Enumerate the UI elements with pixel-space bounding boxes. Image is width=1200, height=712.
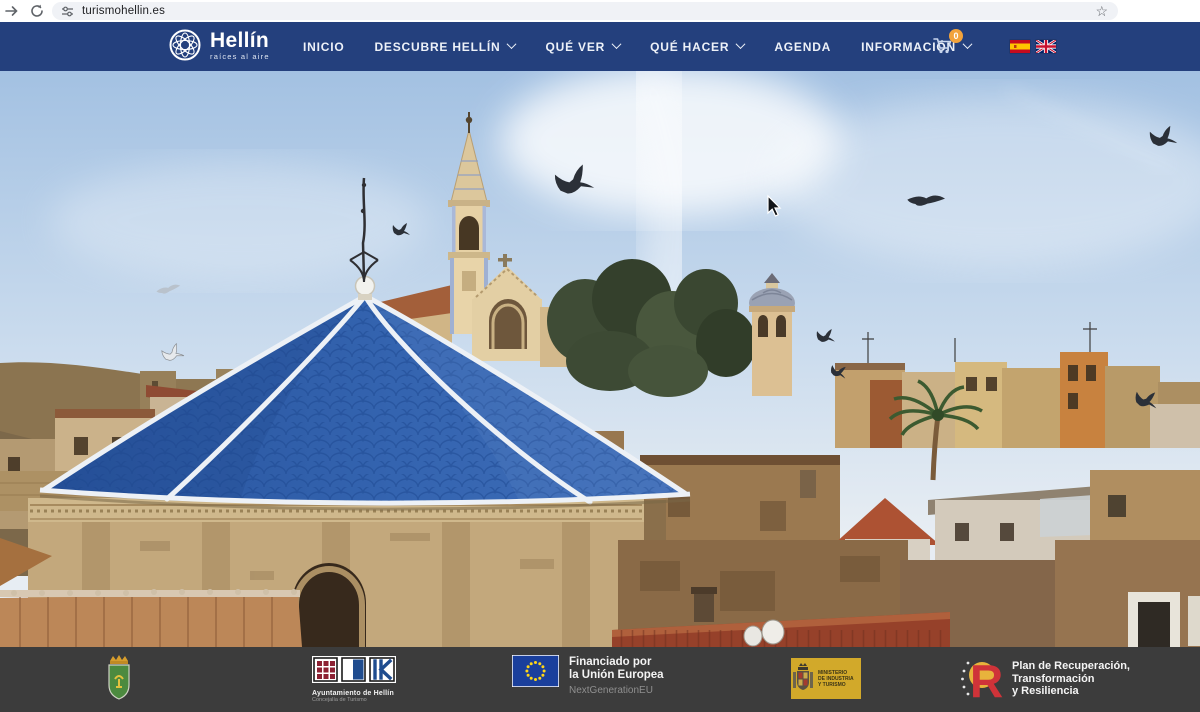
language-english-flag[interactable] bbox=[1036, 40, 1056, 53]
prtr-monogram-icon: R bbox=[960, 655, 1004, 703]
hellin-emblem-icon bbox=[168, 28, 202, 62]
chevron-down-icon bbox=[612, 39, 622, 49]
hero-image bbox=[0, 71, 1200, 647]
ministry-logo: MINISTERIO DE INDUSTRIA Y TURISMO bbox=[791, 658, 861, 699]
svg-text:R: R bbox=[970, 655, 1003, 703]
recovery-plan-logo: R Plan de Recuperación, Transformación y… bbox=[960, 655, 1130, 703]
nav-label: DESCUBRE HELLÍN bbox=[374, 40, 500, 54]
language-spanish-flag[interactable] bbox=[1010, 40, 1030, 53]
browser-toolbar: turismohellin.es ☆ bbox=[0, 0, 1200, 23]
eu-line3: NextGenerationEU bbox=[569, 685, 664, 696]
ministry-line2: DE INDUSTRIA bbox=[818, 676, 854, 682]
reload-icon[interactable] bbox=[29, 3, 45, 19]
nav-label: AGENDA bbox=[774, 40, 831, 54]
eu-line2: la Unión Europea bbox=[569, 669, 664, 682]
town-front-row bbox=[612, 540, 1200, 647]
trees bbox=[547, 259, 756, 397]
nav-label: QUÉ HACER bbox=[650, 40, 729, 54]
nav-item-inicio[interactable]: INICIO bbox=[303, 40, 344, 54]
spain-coat-of-arms-icon bbox=[791, 662, 815, 696]
eu-line1: Financiado por bbox=[569, 656, 664, 669]
hellin-coat-of-arms bbox=[102, 653, 136, 703]
plan-line3: y Resiliencia bbox=[1012, 685, 1130, 698]
chevron-down-icon bbox=[962, 39, 972, 49]
nav-item-que-hacer[interactable]: QUÉ HACER bbox=[650, 40, 744, 54]
url-text[interactable]: turismohellin.es bbox=[82, 5, 165, 17]
site-settings-icon[interactable] bbox=[61, 5, 74, 18]
nav-item-que-ver[interactable]: QUÉ VER bbox=[545, 40, 620, 54]
plan-line1: Plan de Recuperación, bbox=[1012, 660, 1130, 673]
address-bar[interactable]: turismohellin.es ☆ bbox=[52, 2, 1118, 20]
site-logo[interactable]: Hellín raíces al aire bbox=[168, 28, 270, 62]
chevron-down-icon bbox=[736, 39, 746, 49]
forward-icon[interactable] bbox=[4, 3, 20, 19]
logo-title: Hellín bbox=[210, 30, 270, 51]
nav-item-agenda[interactable]: AGENDA bbox=[774, 40, 831, 54]
eu-funding-logo: Financiado por la Unión Europea NextGene… bbox=[512, 655, 664, 696]
logo-tagline: raíces al aire bbox=[210, 53, 270, 61]
cart-button[interactable]: 0 bbox=[933, 35, 959, 61]
ministry-line3: Y TURISMO bbox=[818, 682, 854, 688]
ayuntamiento-line1: Ayuntamiento de Hellín bbox=[312, 690, 396, 697]
nav-item-descubre-hellin[interactable]: DESCUBRE HELLÍN bbox=[374, 40, 515, 54]
footer: Ayuntamiento de Hellín Concejalía de Tur… bbox=[0, 647, 1200, 712]
nav-label: INICIO bbox=[303, 40, 344, 54]
cart-count-badge: 0 bbox=[949, 29, 963, 43]
nav-menu: INICIO DESCUBRE HELLÍN QUÉ VER QUÉ HACER… bbox=[303, 22, 971, 71]
chevron-down-icon bbox=[507, 39, 517, 49]
page: turismohellin.es ☆ Hellín raíces al aire bbox=[0, 0, 1200, 712]
main-navigation: Hellín raíces al aire INICIO DESCUBRE HE… bbox=[0, 22, 1200, 71]
eu-flag-icon bbox=[512, 655, 559, 687]
bookmark-star-icon[interactable]: ☆ bbox=[1095, 2, 1108, 20]
ayuntamiento-line2: Concejalía de Turismo bbox=[312, 697, 396, 703]
plan-line2: Transformación bbox=[1012, 673, 1130, 686]
ayuntamiento-logo: Ayuntamiento de Hellín Concejalía de Tur… bbox=[312, 656, 396, 703]
nav-label: QUÉ VER bbox=[545, 40, 605, 54]
